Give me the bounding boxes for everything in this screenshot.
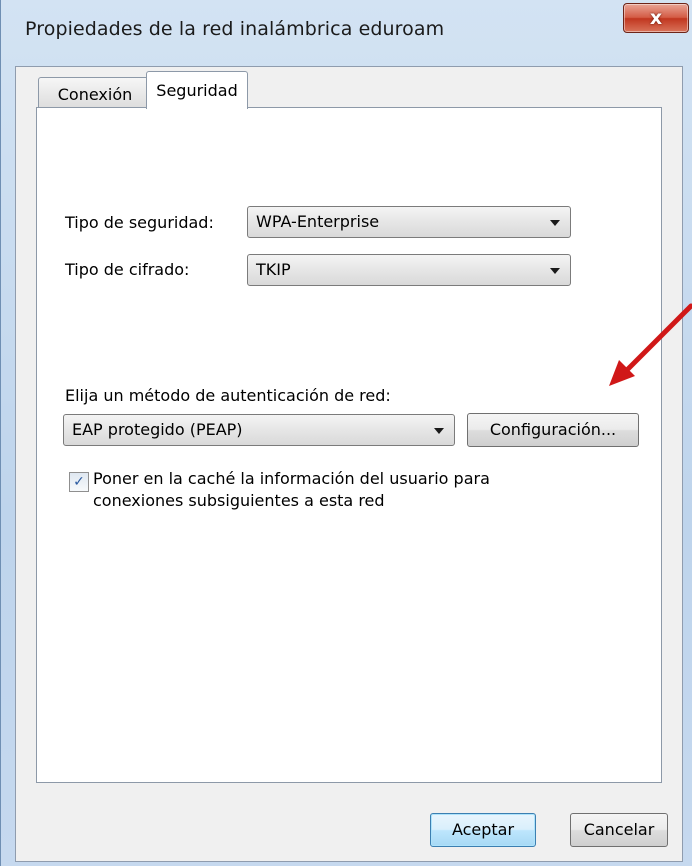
tab-seguridad[interactable]: Seguridad: [146, 71, 248, 109]
chevron-down-icon: [434, 428, 444, 434]
auth-method-label: Elija un método de autenticación de red:: [65, 386, 391, 405]
cache-credentials-label: Poner en la caché la información del usu…: [93, 468, 490, 512]
cache-credentials-checkbox[interactable]: ✓: [69, 472, 89, 492]
ok-button[interactable]: Aceptar: [430, 813, 536, 847]
auth-method-value: EAP protegido (PEAP): [72, 420, 243, 439]
title-bar[interactable]: Propiedades de la red inalámbrica eduroa…: [1, 0, 692, 66]
chevron-down-icon: [550, 268, 560, 274]
cancel-button[interactable]: Cancelar: [570, 813, 668, 847]
dialog-window: Propiedades de la red inalámbrica eduroa…: [0, 0, 692, 866]
security-type-label: Tipo de seguridad:: [65, 213, 214, 232]
auth-method-select[interactable]: EAP protegido (PEAP): [63, 414, 455, 446]
dialog-body: Conexión Seguridad Tipo de seguridad: WP…: [15, 66, 683, 862]
cipher-type-select[interactable]: TKIP: [247, 254, 571, 286]
close-icon: x: [649, 7, 663, 29]
cipher-type-value: TKIP: [256, 260, 291, 279]
security-type-select[interactable]: WPA-Enterprise: [247, 206, 571, 238]
settings-button[interactable]: Configuración...: [467, 413, 639, 447]
tab-conexion[interactable]: Conexión: [38, 77, 152, 109]
chevron-down-icon: [550, 220, 560, 226]
security-type-value: WPA-Enterprise: [256, 212, 380, 231]
checkmark-icon: ✓: [73, 474, 85, 490]
close-button[interactable]: x: [623, 3, 689, 33]
security-tab-panel: Tipo de seguridad: WPA-Enterprise Tipo d…: [36, 107, 662, 783]
cache-credentials-label-line1: Poner en la caché la información del usu…: [93, 469, 490, 488]
window-title: Propiedades de la red inalámbrica eduroa…: [25, 18, 445, 40]
cipher-type-label: Tipo de cifrado:: [65, 260, 190, 279]
cache-credentials-label-line2: conexiones subsiguientes a esta red: [93, 491, 385, 510]
